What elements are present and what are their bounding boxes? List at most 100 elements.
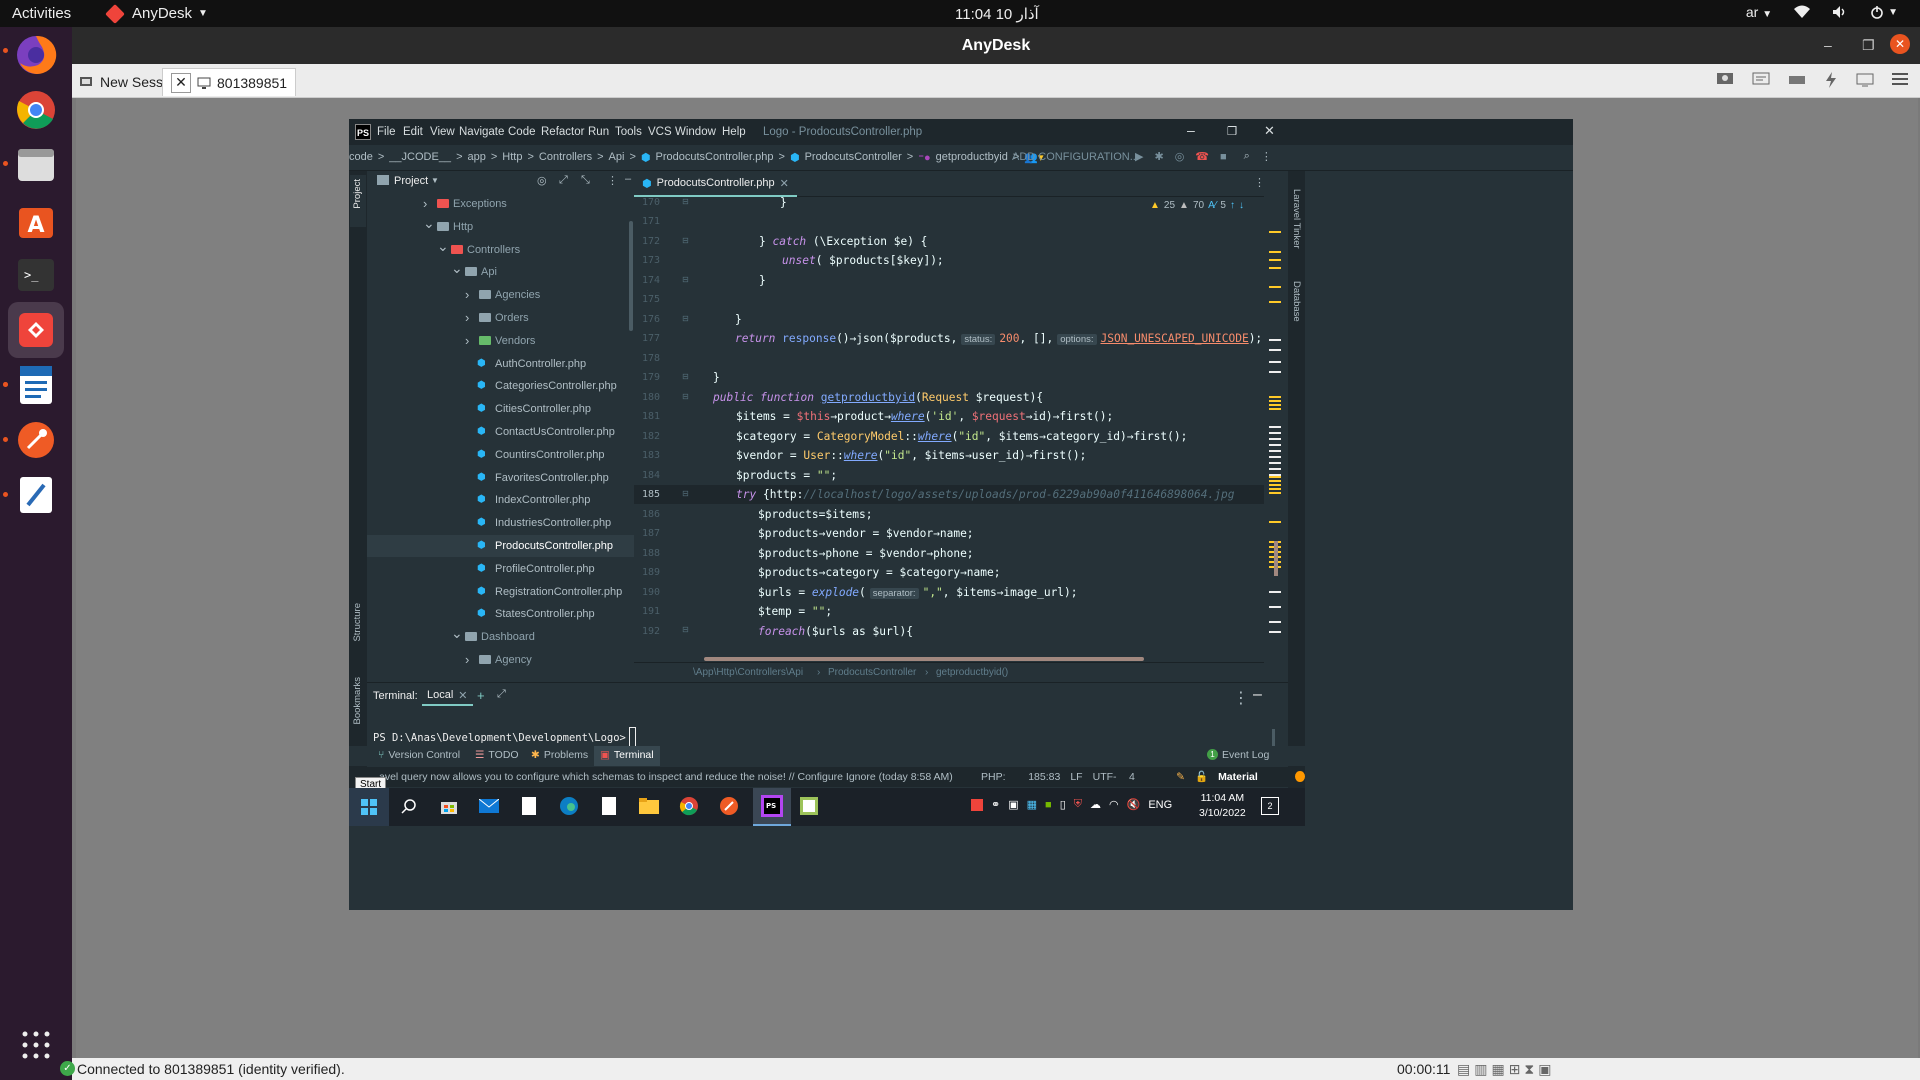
tree-folder-item[interactable]: › Agency: [367, 649, 634, 671]
tree-file-item[interactable]: ⬢ CategoriesController.php: [367, 375, 634, 397]
menu-tools[interactable]: Tools: [615, 126, 642, 138]
menu-file[interactable]: File: [377, 126, 396, 138]
chevron-down-icon[interactable]: ⌄: [423, 212, 435, 234]
tree-file-item[interactable]: ⬢ IndustriesController.php: [367, 512, 634, 534]
search-icon[interactable]: [397, 794, 421, 818]
horizontal-scrollbar[interactable]: [704, 657, 1144, 661]
expand-all-icon[interactable]: ⤢: [559, 174, 568, 187]
crumb[interactable]: ProdocutsController.php: [656, 151, 774, 164]
menu-view[interactable]: View: [430, 126, 455, 138]
keyboard-icon[interactable]: [1788, 72, 1806, 88]
tree-file-item[interactable]: ⬢ RegistrationController.php: [367, 581, 634, 603]
crumb[interactable]: app: [468, 151, 486, 164]
menu-edit[interactable]: Edit: [403, 126, 423, 138]
chrome-icon[interactable]: [677, 794, 701, 818]
crumb[interactable]: Api: [609, 151, 625, 164]
files-icon[interactable]: [8, 137, 64, 193]
notification-center-icon[interactable]: 2: [1261, 797, 1279, 815]
link-icon[interactable]: ⚭: [991, 798, 1000, 811]
wifi-icon[interactable]: ◠: [1109, 798, 1119, 811]
tree-file-item[interactable]: ⬢ CountirsController.php: [367, 444, 634, 466]
mute-icon[interactable]: 🔇: [1127, 798, 1141, 811]
terminal-icon[interactable]: >_: [8, 247, 64, 303]
clock[interactable]: 11:04 آذار 10: [955, 5, 1039, 23]
tree-file-item[interactable]: ⬢ FavoritesController.php: [367, 467, 634, 489]
coverage-icon[interactable]: ◎: [1175, 150, 1185, 163]
crumb[interactable]: getproductbyid(): [936, 663, 1008, 683]
notepadplusplus-icon[interactable]: [797, 794, 821, 818]
fold-icon[interactable]: ⊟: [682, 197, 689, 206]
new-terminal-icon[interactable]: +: [477, 688, 485, 703]
chevron-down-icon[interactable]: ⌄: [451, 622, 463, 644]
crumb[interactable]: Http: [502, 151, 522, 164]
event-log-button[interactable]: 1 Event Log: [1207, 749, 1269, 761]
close-button[interactable]: ✕: [1264, 123, 1275, 139]
software-center-icon[interactable]: A: [8, 192, 64, 248]
text-editor-icon[interactable]: [8, 467, 64, 523]
hide-panel-icon[interactable]: –: [625, 173, 631, 185]
firefox-icon[interactable]: [8, 27, 64, 83]
collapse-all-icon[interactable]: ⤡: [581, 174, 590, 187]
system-tray[interactable]: ar ▼ ▼: [1746, 4, 1898, 20]
editor-tab[interactable]: ⬢ ProdocutsController.php ✕: [634, 171, 797, 197]
tree-folder-item[interactable]: › Vendors: [367, 330, 634, 352]
crumb[interactable]: Controllers: [539, 151, 592, 164]
terminal-output[interactable]: PS D:\Anas\Development\Development\Logo>: [373, 727, 636, 748]
anydesk-tray-icon[interactable]: [971, 798, 983, 811]
terminal-tab-local[interactable]: Local ✕: [422, 686, 473, 706]
phone-debug-icon[interactable]: ☎: [1195, 150, 1209, 163]
chat-icon[interactable]: [1752, 72, 1770, 88]
tree-folder-item[interactable]: ⌄ Dashboard: [367, 625, 634, 648]
menu-code[interactable]: Code: [508, 126, 536, 138]
fold-icon[interactable]: ⊟: [682, 625, 689, 634]
crumb[interactable]: getproductbyid: [936, 151, 1008, 164]
error-stripe[interactable]: [1264, 171, 1288, 662]
network-share-icon[interactable]: ▦: [1027, 798, 1037, 811]
writer-icon[interactable]: [8, 357, 64, 413]
file-explorer-icon[interactable]: [637, 794, 661, 818]
side-tab-laravel-tinker[interactable]: Laravel Tinker: [1289, 179, 1305, 259]
mail-icon[interactable]: [477, 794, 501, 818]
menu-icon[interactable]: [1892, 72, 1908, 88]
tree-folder-item[interactable]: › Orders: [367, 307, 634, 329]
chevron-right-icon[interactable]: ›: [465, 649, 469, 671]
tree-file-item[interactable]: ⬢ ContactUsController.php: [367, 421, 634, 443]
tree-file-item[interactable]: ⬢ ProfileController.php: [367, 558, 634, 580]
security-icon[interactable]: ⛨: [1074, 798, 1082, 811]
crumb[interactable]: \App\Http\Controllers\Api: [693, 663, 803, 683]
chevron-down-icon[interactable]: ⌄: [437, 235, 449, 257]
usb-icon[interactable]: ▯: [1060, 798, 1066, 811]
side-tab-database[interactable]: Database: [1289, 271, 1305, 331]
tree-file-item[interactable]: ⬢ AuthController.php: [367, 353, 634, 375]
tree-file-item[interactable]: ⬢ ProdocutsController.php: [367, 535, 634, 557]
stop-icon[interactable]: ■: [1220, 151, 1227, 163]
tree-scrollbar[interactable]: [629, 221, 633, 331]
menu-window[interactable]: Window: [675, 126, 716, 138]
close-tab-icon[interactable]: ✕: [780, 177, 789, 190]
chevron-right-icon[interactable]: ›: [465, 284, 469, 306]
chevron-right-icon[interactable]: ›: [465, 307, 469, 329]
language-indicator[interactable]: ar ▼: [1746, 4, 1772, 20]
tree-folder-item[interactable]: ⌄ Api: [367, 260, 634, 283]
phpstorm-taskbar-icon[interactable]: PS: [753, 788, 791, 826]
search-icon[interactable]: ⌕: [1244, 150, 1250, 163]
close-tab-icon[interactable]: ✕: [458, 689, 467, 702]
document-icon[interactable]: [597, 794, 621, 818]
fold-icon[interactable]: ⊟: [682, 314, 689, 323]
tree-file-item[interactable]: ⬢ IndexController.php: [367, 489, 634, 511]
display-icon[interactable]: [1716, 72, 1734, 88]
store-icon[interactable]: [437, 794, 461, 818]
options-icon[interactable]: ⋮: [607, 174, 618, 187]
minimize-button[interactable]: –: [1824, 36, 1832, 54]
onedrive-icon[interactable]: ☁: [1090, 798, 1101, 811]
more-icon[interactable]: ⋮: [1261, 150, 1272, 163]
tool-tab-problems[interactable]: ✱ Problems: [531, 749, 588, 761]
wifi-icon[interactable]: [1794, 5, 1811, 19]
vertical-scrollbar[interactable]: [1274, 541, 1278, 576]
fold-icon[interactable]: ⊟: [682, 236, 689, 245]
menu-run[interactable]: Run: [588, 126, 609, 138]
menu-navigate[interactable]: Navigate: [459, 126, 504, 138]
notepad-icon[interactable]: [517, 794, 541, 818]
tree-file-item[interactable]: ⬢ StatesController.php: [367, 603, 634, 625]
anydesk-dock-icon[interactable]: [8, 302, 64, 358]
